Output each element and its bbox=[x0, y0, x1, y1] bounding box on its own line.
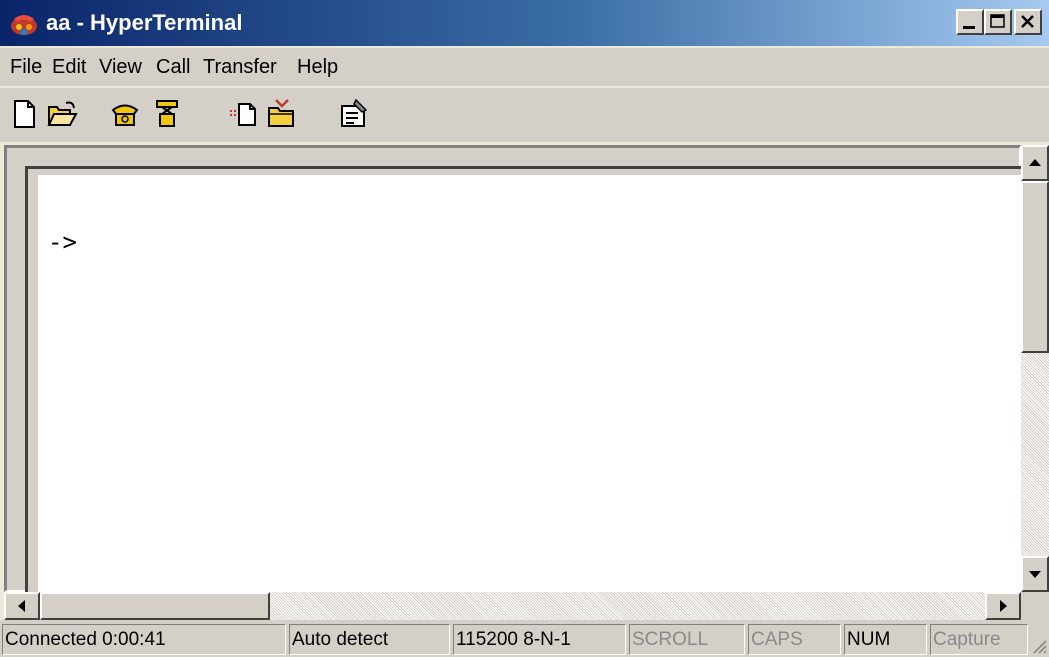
menu-edit[interactable]: Edit bbox=[50, 53, 88, 81]
status-bar: Connected 0:00:41 Auto detect 115200 8-N… bbox=[0, 620, 1049, 657]
horizontal-scrollbar[interactable] bbox=[4, 592, 1021, 620]
resize-grip-icon[interactable] bbox=[1031, 638, 1047, 654]
menu-call[interactable]: Call bbox=[154, 53, 192, 81]
close-button[interactable] bbox=[1014, 9, 1042, 35]
status-capture: Capture bbox=[930, 624, 1028, 655]
close-icon bbox=[1021, 15, 1034, 28]
menu-view[interactable]: View bbox=[97, 53, 144, 81]
arrow-up-icon bbox=[1029, 159, 1041, 166]
minimize-button[interactable] bbox=[956, 9, 984, 35]
arrow-left-icon bbox=[18, 600, 25, 612]
new-connection-icon bbox=[14, 100, 35, 128]
menu-bar: File Edit View Call Transfer Help bbox=[0, 48, 1049, 86]
status-num: NUM bbox=[844, 624, 927, 655]
status-auto-detect: Auto detect bbox=[289, 624, 450, 655]
send-button[interactable] bbox=[225, 94, 263, 134]
hyperterminal-app-icon[interactable] bbox=[9, 9, 39, 37]
disconnect-phone-icon bbox=[156, 100, 178, 127]
menu-help[interactable]: Help bbox=[295, 53, 340, 81]
status-connected: Connected 0:00:41 bbox=[2, 624, 286, 655]
maximize-button[interactable] bbox=[984, 9, 1012, 35]
scrollbar-corner bbox=[1021, 592, 1049, 620]
properties-icon bbox=[341, 98, 368, 127]
status-scroll: SCROLL bbox=[629, 624, 745, 655]
call-phone-icon bbox=[111, 104, 139, 126]
menu-file[interactable]: File bbox=[8, 53, 44, 81]
send-file-icon bbox=[230, 103, 256, 126]
scroll-down-button[interactable] bbox=[1021, 556, 1049, 592]
scroll-right-button[interactable] bbox=[985, 592, 1021, 620]
horizontal-scroll-thumb[interactable] bbox=[40, 592, 270, 620]
window-title: aa - HyperTerminal bbox=[46, 10, 243, 35]
call-button[interactable] bbox=[106, 94, 144, 134]
minimize-icon bbox=[963, 26, 975, 29]
properties-button[interactable] bbox=[335, 94, 373, 134]
maximize-icon bbox=[990, 14, 1005, 28]
menu-transfer[interactable]: Transfer bbox=[201, 53, 279, 81]
open-button[interactable] bbox=[43, 94, 81, 134]
new-connection-button[interactable] bbox=[5, 94, 43, 134]
receive-button[interactable] bbox=[263, 94, 301, 134]
scroll-up-button[interactable] bbox=[1021, 145, 1049, 181]
terminal-screen[interactable]: -> bbox=[38, 175, 1021, 592]
arrow-right-icon bbox=[1000, 600, 1007, 612]
receive-file-icon bbox=[268, 99, 294, 127]
status-port-settings: 115200 8-N-1 bbox=[453, 624, 626, 655]
disconnect-button[interactable] bbox=[148, 94, 186, 134]
terminal-prompt: -> bbox=[48, 228, 77, 256]
arrow-down-icon bbox=[1029, 571, 1041, 578]
toolbar bbox=[0, 88, 1049, 142]
scroll-left-button[interactable] bbox=[4, 592, 40, 620]
open-folder-icon bbox=[47, 101, 78, 126]
title-bar[interactable]: aa - HyperTerminal bbox=[0, 0, 1049, 46]
vertical-scrollbar[interactable] bbox=[1021, 145, 1049, 592]
vertical-scroll-thumb[interactable] bbox=[1021, 181, 1049, 353]
status-caps: CAPS bbox=[748, 624, 841, 655]
